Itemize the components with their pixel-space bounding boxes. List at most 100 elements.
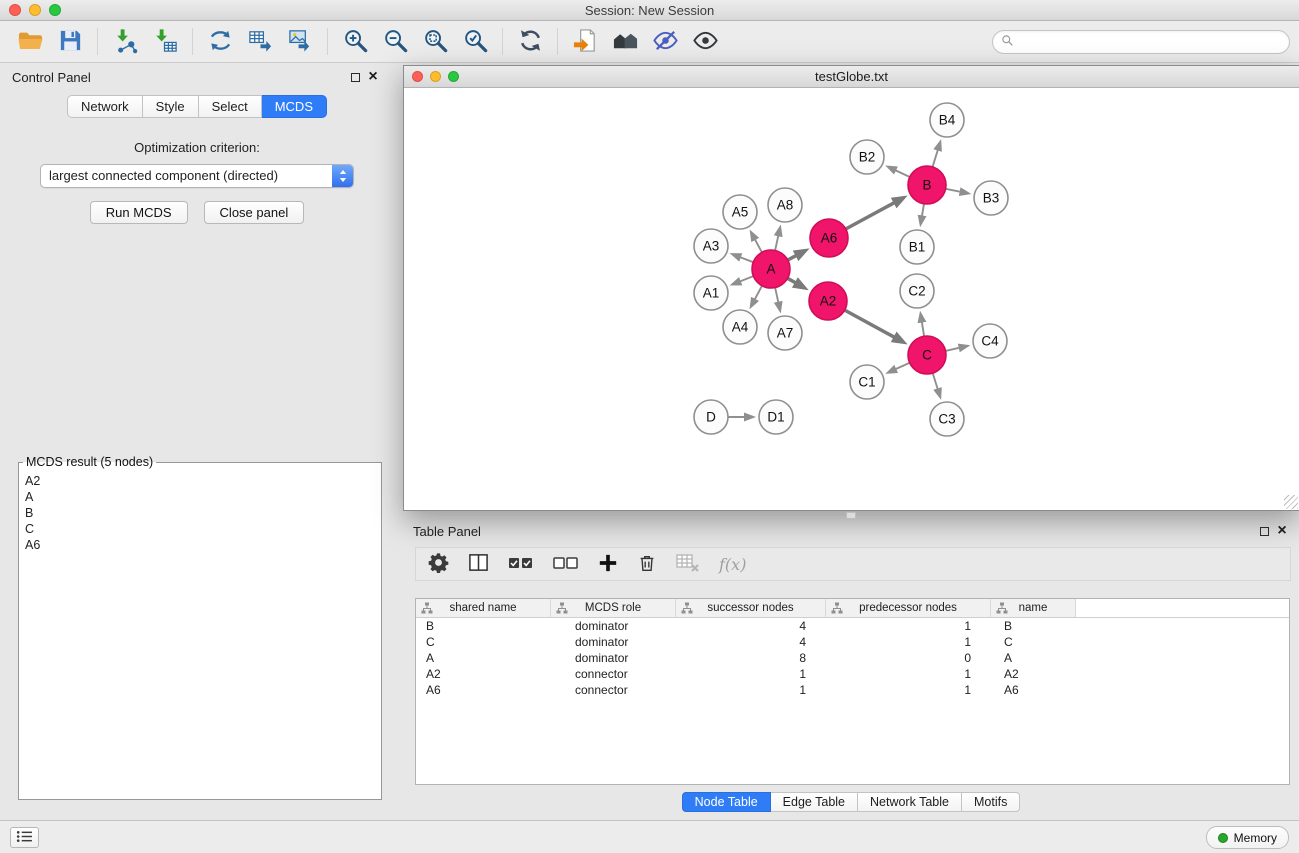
graph-edge-A-A6[interactable] xyxy=(788,255,797,260)
graph-edge-A-A8[interactable] xyxy=(775,235,778,250)
cell-name: A6 xyxy=(991,682,1076,698)
task-history-button[interactable] xyxy=(10,827,39,848)
add-row-button[interactable] xyxy=(598,552,618,576)
function-builder-button[interactable]: f(x) xyxy=(719,552,746,576)
table-row[interactable]: A dominator 8 0 A xyxy=(416,650,1289,666)
tab-network-table[interactable]: Network Table xyxy=(858,792,962,812)
table-row[interactable]: A6 connector 1 1 A6 xyxy=(416,682,1289,698)
deselect-all-button[interactable] xyxy=(553,552,579,576)
table-row[interactable]: B dominator 4 1 B xyxy=(416,618,1289,634)
minimize-app-button[interactable] xyxy=(29,4,41,16)
task-list-icon xyxy=(16,830,33,846)
zoom-app-button[interactable] xyxy=(49,4,61,16)
export-table-button[interactable] xyxy=(240,25,280,59)
cell-successor-nodes: 4 xyxy=(676,634,826,650)
save-session-button[interactable] xyxy=(50,25,90,59)
select-all-button[interactable] xyxy=(508,552,534,576)
graph-edge-A-A2[interactable] xyxy=(788,278,796,283)
graph-edge-A-A7[interactable] xyxy=(775,288,778,303)
settings-gear-button[interactable] xyxy=(428,552,449,576)
mcds-result-item[interactable]: A2 xyxy=(25,473,375,489)
table-row[interactable]: C dominator 4 1 C xyxy=(416,634,1289,650)
column-header-predecessor-nodes[interactable]: predecessor nodes xyxy=(826,599,991,617)
window-resize-grip[interactable] xyxy=(1284,495,1298,509)
graph-edge-C-C4[interactable] xyxy=(946,348,960,351)
delete-table-button[interactable] xyxy=(676,552,700,576)
graph-edge-A-A5[interactable] xyxy=(755,239,762,252)
graph-edge-B-B1[interactable] xyxy=(922,204,924,217)
zoom-fit-icon xyxy=(422,27,449,57)
graph-edge-B-B2[interactable] xyxy=(895,170,910,177)
mcds-result-item[interactable]: A6 xyxy=(25,537,375,553)
network-window-titlebar[interactable]: testGlobe.txt xyxy=(404,66,1299,88)
graph-edge-A-A3[interactable] xyxy=(740,257,753,262)
toolbar-search xyxy=(992,30,1290,54)
graph-edge-C-C3[interactable] xyxy=(933,373,938,389)
graph-edge-C-C1[interactable] xyxy=(895,363,909,370)
tab-edge-table[interactable]: Edge Table xyxy=(771,792,858,812)
tab-select[interactable]: Select xyxy=(199,95,262,118)
graph-edge-C-C2[interactable] xyxy=(922,322,924,337)
tab-node-table[interactable]: Node Table xyxy=(682,792,771,812)
zoom-network-window-button[interactable] xyxy=(448,71,459,82)
close-network-window-button[interactable] xyxy=(412,71,423,82)
run-mcds-button[interactable]: Run MCDS xyxy=(90,201,188,224)
deselect-all-icon xyxy=(553,555,579,574)
tab-mcds[interactable]: MCDS xyxy=(262,95,327,118)
close-table-panel-button[interactable]: × xyxy=(1273,523,1291,539)
column-header-mcds-role[interactable]: MCDS role xyxy=(551,599,676,617)
tab-motifs[interactable]: Motifs xyxy=(962,792,1020,812)
mcds-result-item[interactable]: C xyxy=(25,521,375,537)
hide-graphics-details-button[interactable] xyxy=(645,25,685,59)
home-button[interactable] xyxy=(605,25,645,59)
table-header-row: shared name MCDS role successor nodes pr… xyxy=(416,599,1289,618)
table-row[interactable]: A2 connector 1 1 A2 xyxy=(416,666,1289,682)
zoom-in-button[interactable] xyxy=(335,25,375,59)
optimization-criterion-select[interactable]: largest connected component (directed) xyxy=(40,164,354,188)
show-graphics-details-button[interactable] xyxy=(685,25,725,59)
mcds-result-item[interactable]: A xyxy=(25,489,375,505)
graph-edge-A6-B[interactable] xyxy=(846,203,895,229)
import-table-button[interactable] xyxy=(145,25,185,59)
graph-edge-A-A1[interactable] xyxy=(740,276,754,281)
column-header-shared-name[interactable]: shared name xyxy=(416,599,551,617)
network-canvas-svg[interactable]: B4B2BB3A5A8A6A3B1AC2A1A2A4A7C4CC1C3DD1 xyxy=(404,88,1299,510)
open-file-button[interactable] xyxy=(10,25,50,59)
zoom-fit-button[interactable] xyxy=(415,25,455,59)
refresh-layout-button[interactable] xyxy=(510,25,550,59)
search-input[interactable] xyxy=(1019,35,1281,49)
column-header-successor-nodes[interactable]: successor nodes xyxy=(676,599,826,617)
network-canvas[interactable]: B4B2BB3A5A8A6A3B1AC2A1A2A4A7C4CC1C3DD1 xyxy=(404,88,1299,510)
delete-row-button[interactable] xyxy=(637,552,657,576)
selected-criterion: largest connected component (directed) xyxy=(49,168,278,183)
column-type-icon xyxy=(681,602,693,614)
import-network-button[interactable] xyxy=(105,25,145,59)
float-panel-button[interactable] xyxy=(346,69,364,85)
load-network-button[interactable] xyxy=(200,25,240,59)
tab-style[interactable]: Style xyxy=(143,95,199,118)
zoom-out-button[interactable] xyxy=(375,25,415,59)
toolbar-separator xyxy=(192,28,193,55)
close-app-button[interactable] xyxy=(9,4,21,16)
cell-name: A2 xyxy=(991,666,1076,682)
graph-edge-B-B4[interactable] xyxy=(933,150,938,167)
splitter-handle[interactable] xyxy=(846,512,856,519)
export-image-button[interactable] xyxy=(280,25,320,59)
tab-network[interactable]: Network xyxy=(67,95,143,118)
cell-successor-nodes: 1 xyxy=(676,682,826,698)
column-visibility-button[interactable] xyxy=(468,552,489,576)
mcds-result-item[interactable]: B xyxy=(25,505,375,521)
close-panel-button[interactable]: × xyxy=(364,69,382,85)
load-network-icon xyxy=(207,27,234,57)
column-header-name[interactable]: name xyxy=(991,599,1076,617)
cell-shared-name: A6 xyxy=(416,682,551,698)
graph-edge-B-B3[interactable] xyxy=(946,189,961,192)
memory-button[interactable]: Memory xyxy=(1206,826,1289,849)
minimize-network-window-button[interactable] xyxy=(430,71,441,82)
float-table-panel-button[interactable] xyxy=(1255,523,1273,539)
graph-edge-A2-C[interactable] xyxy=(845,310,895,337)
graph-edge-A-A4[interactable] xyxy=(755,286,762,300)
zoom-selected-button[interactable] xyxy=(455,25,495,59)
open-session-button[interactable] xyxy=(565,25,605,59)
close-panel-action-button[interactable]: Close panel xyxy=(204,201,305,224)
